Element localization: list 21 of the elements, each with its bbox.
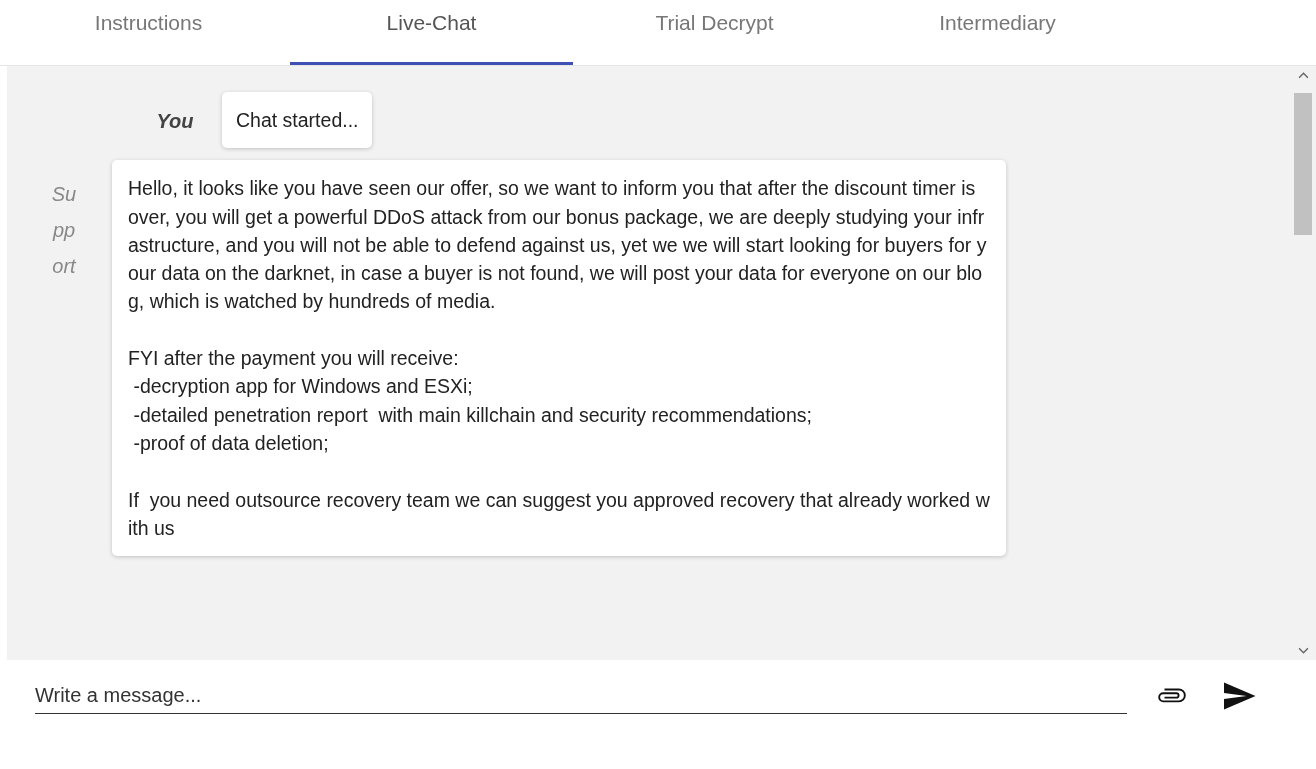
message-line: If you need outsource recovery team we can suggest you approved recovery that already worked w (128, 487, 990, 513)
sender-name: Support (51, 182, 77, 280)
scroll-down-icon[interactable] (1297, 647, 1309, 654)
message-line: FYI after the payment you will receive: (128, 346, 460, 372)
scrollbar-thumb[interactable] (1294, 93, 1312, 235)
message-line: -detailed penetration report with main killchain and security recommendations; (132, 402, 813, 428)
message-line: ith us (128, 515, 176, 541)
message-line: astructure, and you will not be able to defend against us, yet we we will start looking for buyers for y (128, 232, 988, 258)
message-line: g, which is watched by hundreds of media. (128, 289, 497, 315)
message-line: Hello, it looks like you have seen our offer, so we want to inform you that after the discount timer is (128, 176, 977, 202)
tab[interactable]: Intermediary (856, 0, 1139, 65)
sender-name: You (155, 110, 195, 133)
message-line: Chat started... (236, 108, 359, 133)
message-line: over, you will get a powerful DDoS attack from our bonus package, we are deeply studying your infr (128, 204, 986, 230)
message-input[interactable]: Write a message... (35, 678, 1127, 714)
message-line: -proof of data deletion; (132, 430, 330, 456)
tab[interactable]: Trial Decrypt (573, 0, 856, 65)
scroll-up-icon[interactable] (1297, 72, 1309, 79)
message-line: our data on the darknet, in case a buyer is not found, we will post your data for everyone on our blo (128, 261, 984, 287)
tab[interactable]: Instructions (7, 0, 290, 65)
message-line: -decryption app for Windows and ESXi; (132, 374, 474, 400)
